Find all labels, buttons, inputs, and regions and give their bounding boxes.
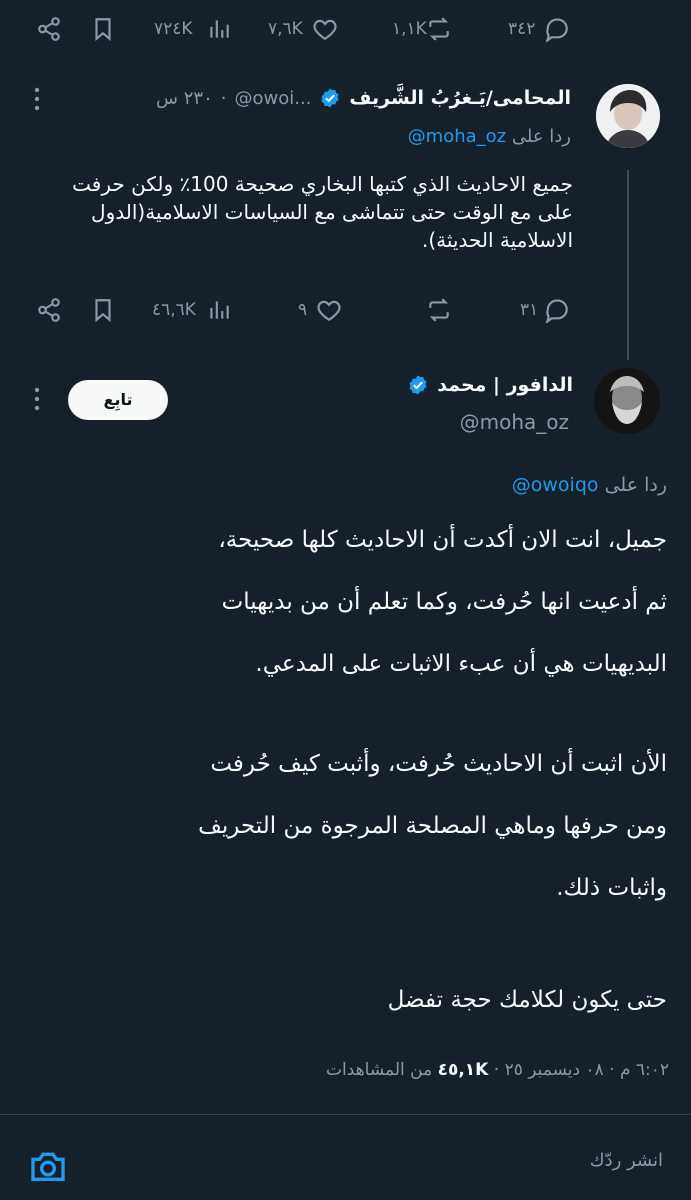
verified-badge-icon [407, 374, 429, 396]
likes-count: ٧,٦K [268, 19, 303, 39]
avatar[interactable] [596, 84, 660, 148]
tweet2-header: الدافور | محمد [407, 374, 573, 396]
tweet1-text: جميع الاحاديث الذي كتبها البخاري صحيحة 1… [72, 172, 573, 252]
divider [0, 1114, 691, 1115]
reply-input[interactable]: انشر ردّك [590, 1150, 663, 1171]
likes-count: ٩ [298, 300, 308, 320]
thread-line [627, 170, 629, 360]
reply-prefix: ردا على [604, 474, 667, 496]
repost-icon[interactable] [426, 297, 452, 323]
replies-count: ٣٤٢ [508, 19, 536, 39]
tweet2-text-line-7: حتى يكون لكلامك حجة تفضل [387, 987, 667, 1013]
tweet1-author-name[interactable]: المحامى/يَـغرُبُ الشَّريف [349, 87, 571, 109]
tweet2-reply-to: ردا على @owoiqo [512, 474, 667, 496]
views-count: ٧٢٤K [154, 19, 193, 39]
views-chart-icon[interactable] [206, 297, 232, 323]
reply-icon[interactable] [544, 16, 570, 42]
tweet2-handle[interactable]: @moha_oz [460, 410, 569, 434]
tweet2-meta: ٦:٠٢ م · ٠٨ ديسمبر ٢٥ · ٤٥,١K من المشاهد… [326, 1060, 669, 1080]
tweet1-time[interactable]: ٢٣٠ س [156, 88, 213, 109]
more-options-icon[interactable] [30, 86, 44, 112]
bookmark-icon[interactable] [90, 297, 116, 323]
camera-icon[interactable] [28, 1146, 68, 1186]
reply-prefix: ردا على [511, 126, 571, 147]
tweet2-text-line-5: ومن حرفها وماهي المصلحة المرجوة من التحر… [198, 813, 667, 839]
more-options-icon[interactable] [30, 386, 44, 412]
avatar[interactable] [594, 368, 660, 434]
separator-dot: · [220, 87, 227, 109]
tweet2-views-label: من المشاهدات [326, 1060, 433, 1080]
tweet1-reply-to: ردا على @moha_oz [408, 126, 571, 147]
share-icon[interactable] [36, 297, 62, 323]
replies-count: ٣١ [520, 300, 539, 320]
heart-icon[interactable] [316, 297, 342, 323]
verified-badge-icon [319, 87, 341, 109]
reply-handle-link[interactable]: @owoiqo [512, 474, 599, 496]
tweet2-views-count: ٤٥,١K [437, 1060, 489, 1080]
reply-handle-link[interactable]: @moha_oz [408, 126, 506, 147]
heart-icon[interactable] [312, 16, 338, 42]
tweet2-text-line-2: ثم أدعيت انها حُرفت، وكما تعلم أن من بدي… [221, 589, 667, 615]
reposts-count: ١,١K [392, 19, 427, 39]
follow-button[interactable]: تابِع [68, 380, 168, 420]
views-count: ٤٦,٦K [152, 300, 196, 320]
tweet2-text-line-1: جميل، انت الان أكدت أن الاحاديث كلها صحي… [218, 527, 667, 553]
bookmark-icon[interactable] [90, 16, 116, 42]
tweet2-text-line-3: البديهيات هي أن عبء الاثبات على المدعي. [255, 651, 667, 677]
tweet1-handle[interactable]: @owoi... [234, 88, 311, 109]
tweet2-timestamp[interactable]: ٦:٠٢ م · ٠٨ ديسمبر ٢٥ · [494, 1060, 669, 1080]
share-icon[interactable] [36, 16, 62, 42]
views-chart-icon[interactable] [206, 16, 232, 42]
tweet2-text-line-6: واثبات ذلك. [556, 875, 667, 901]
tweet2-text-line-4: الأن اثبت أن الاحاديث حُرفت، وأثبت كيف ح… [210, 751, 667, 777]
repost-icon[interactable] [426, 16, 452, 42]
tweet2-author-name[interactable]: الدافور | محمد [437, 374, 573, 396]
tweet1-header: المحامى/يَـغرُبُ الشَّريف @owoi... · ٢٣٠… [156, 84, 571, 112]
reply-icon[interactable] [544, 297, 570, 323]
